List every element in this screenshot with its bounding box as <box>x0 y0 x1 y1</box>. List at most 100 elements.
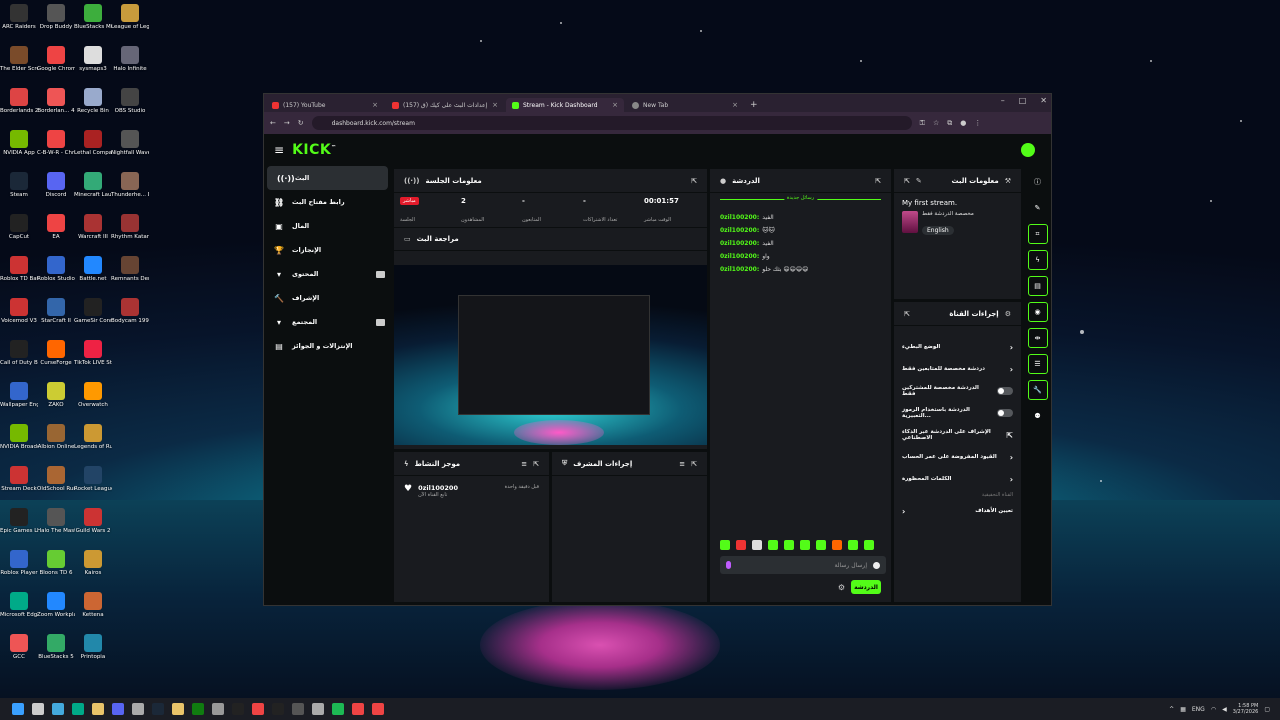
desktop-icon[interactable]: Overwatch <box>74 382 112 408</box>
desktop-icon[interactable]: The Elder Scrolls IV... <box>0 46 38 72</box>
emote-icon[interactable] <box>816 540 826 550</box>
notification-icon[interactable]: ▢ <box>1264 706 1270 713</box>
emote-icon[interactable] <box>768 540 778 550</box>
channel-action-row[interactable]: الدردشة مخصصة للمشتركين فقط <box>894 380 1021 402</box>
wrench-icon[interactable]: 🔧 <box>1027 380 1048 400</box>
sidebar-item[interactable]: 🔨 الإشراف <box>264 286 391 310</box>
close-icon[interactable]: × <box>372 101 378 109</box>
forward-icon[interactable]: → <box>284 119 290 127</box>
chat-username[interactable]: 0zil100200: <box>720 253 759 260</box>
clock[interactable]: 1:58 PM 3/27/2026 <box>1233 703 1259 715</box>
sidebar-item[interactable]: ▤ الإنتزالات و الجوائز <box>264 334 391 358</box>
channel-action-row[interactable]: الدردشة باستخدام الرموز التعبيرية... <box>894 402 1021 424</box>
chat-username[interactable]: 0zil100200: <box>720 240 759 247</box>
popout-icon[interactable]: ⇱ <box>875 177 881 185</box>
emote-icon[interactable] <box>784 540 794 550</box>
extensions-icon[interactable]: ⧉ <box>947 119 952 128</box>
copilot-icon[interactable] <box>52 703 64 715</box>
external-link-icon[interactable]: ⇱ <box>1006 431 1013 440</box>
desktop-icon[interactable]: StarCraft II <box>37 298 75 324</box>
close-window-icon[interactable]: ✕ <box>1040 96 1047 105</box>
desktop-icon[interactable]: Voicemod V3 <box>0 298 38 324</box>
desktop-icon[interactable]: Minecraft Launcher <box>74 172 112 198</box>
chrome-alt-icon[interactable] <box>352 703 364 715</box>
back-icon[interactable]: ← <box>270 119 276 127</box>
desktop-icon[interactable]: Steam <box>0 172 38 198</box>
avatar[interactable] <box>1021 143 1035 157</box>
desktop-icon[interactable]: NVIDIA App <box>0 130 38 156</box>
set-goals-row[interactable]: › تعيين الأهداف <box>894 500 1021 522</box>
terminal-icon[interactable] <box>292 703 304 715</box>
desktop-icon[interactable]: Recycle Bin <box>74 88 112 114</box>
capcut-icon[interactable] <box>272 703 284 715</box>
wifi-icon[interactable]: ◠ <box>1211 706 1216 713</box>
desktop-icon[interactable]: Borderlan... 4 <box>37 88 75 114</box>
stream-icon[interactable] <box>372 703 384 715</box>
desktop-icon[interactable]: Kettena <box>74 592 112 618</box>
channel-action-row[interactable]: الكلمات المحظورة › <box>894 468 1021 490</box>
crop-icon[interactable]: ⌗ <box>1027 224 1048 244</box>
kick-emote-icon[interactable] <box>726 561 731 569</box>
emote-icon[interactable] <box>832 540 842 550</box>
tab-kick-dashboard[interactable]: Stream - Kick Dashboard × <box>506 98 624 112</box>
chat-username[interactable]: 0zil100200: <box>720 214 759 221</box>
desktop-icon[interactable]: Remnants Demo <box>111 256 149 282</box>
new-tab-button[interactable]: + <box>750 100 758 110</box>
desktop-icon[interactable]: League of Legends <box>111 4 149 30</box>
toggle-switch[interactable] <box>997 409 1013 417</box>
desktop-icon[interactable]: Discord <box>37 172 75 198</box>
edit-icon[interactable] <box>312 703 324 715</box>
emoji-icon[interactable] <box>873 561 880 569</box>
popout-icon[interactable]: ⇱ <box>904 177 910 185</box>
explorer-icon[interactable] <box>92 703 104 715</box>
chevron-up-icon[interactable]: ^ <box>1169 706 1174 713</box>
desktop-icon[interactable]: Roblox Player <box>0 550 38 576</box>
desktop-icon[interactable]: Google Chrome <box>37 46 75 72</box>
desktop-icon[interactable]: Rhythm Katana Demo <box>111 214 149 240</box>
desktop-icon[interactable]: Bodycam 1997 Demo <box>111 298 149 324</box>
xbox-icon[interactable] <box>192 703 204 715</box>
close-icon[interactable]: × <box>492 101 498 109</box>
toggle-switch[interactable] <box>997 387 1013 395</box>
search-icon[interactable] <box>32 703 44 715</box>
desktop-icon[interactable]: Guild Wars 2 <box>74 508 112 534</box>
desktop-icon[interactable]: ZAKO <box>37 382 75 408</box>
url-field[interactable]: dashboard.kick.com/stream <box>311 116 912 130</box>
tiktok-icon[interactable] <box>232 703 244 715</box>
desktop-icon[interactable]: Microsoft Edge <box>0 592 38 618</box>
profile-icon[interactable]: ● <box>960 119 966 128</box>
desktop-icon[interactable]: Bloons TD 6 <box>37 550 75 576</box>
desktop-icon[interactable]: Battle.net <box>74 256 112 282</box>
add-user-icon[interactable]: ⚉ <box>1028 406 1048 426</box>
emote-icon[interactable] <box>848 540 858 550</box>
desktop-icon[interactable]: Drop Buddy <box>37 4 75 30</box>
desktop-icon[interactable]: NVIDIA Broadcast <box>0 424 38 450</box>
desktop-icon[interactable]: Roblox Studio <box>37 256 75 282</box>
desktop-icon[interactable]: C-B-W-R - Chrome <box>37 130 75 156</box>
hamburger-icon[interactable]: ≡ <box>274 143 284 157</box>
gear-icon[interactable]: ⚙ <box>838 583 845 592</box>
network-icon[interactable]: ▦ <box>1180 706 1186 713</box>
desktop-icon[interactable]: Epic Games Launcher <box>0 508 38 534</box>
tab-new[interactable]: New Tab × <box>626 98 744 112</box>
desktop-icon[interactable]: Printopia <box>74 634 112 660</box>
popout-icon[interactable]: ⇱ <box>691 177 697 185</box>
desktop-icon[interactable]: Legends of Runeterra <box>74 424 112 450</box>
desktop-icon[interactable]: BlueStacks Multi-Insta... <box>74 4 112 30</box>
desktop-icon[interactable]: ARC Raiders <box>0 4 38 30</box>
sidebar-item[interactable]: ▾ المحتوى <box>264 262 391 286</box>
desktop-icon[interactable]: CurseForge <box>37 340 75 366</box>
filter-icon[interactable]: ≡ <box>521 460 527 468</box>
record-icon[interactable]: ◉ <box>1027 302 1048 322</box>
close-icon[interactable]: × <box>732 101 738 109</box>
chat-username[interactable]: 0zil100200: <box>720 227 759 234</box>
stack-icon[interactable]: ☰ <box>1027 354 1048 374</box>
edge-icon[interactable] <box>72 703 84 715</box>
sidebar-item[interactable]: ⛓ رابط مفتاح البث <box>264 190 391 214</box>
chrome-icon[interactable] <box>252 703 264 715</box>
desktop-icon[interactable]: Rocket League <box>74 466 112 492</box>
desktop-icon[interactable]: Call of Duty Bl... <box>0 340 38 366</box>
emote-icon[interactable] <box>800 540 810 550</box>
sidebar-item[interactable]: ▣ المال <box>264 214 391 238</box>
channel-action-row[interactable]: القيود المفروضة على عمر الحساب › <box>894 446 1021 468</box>
